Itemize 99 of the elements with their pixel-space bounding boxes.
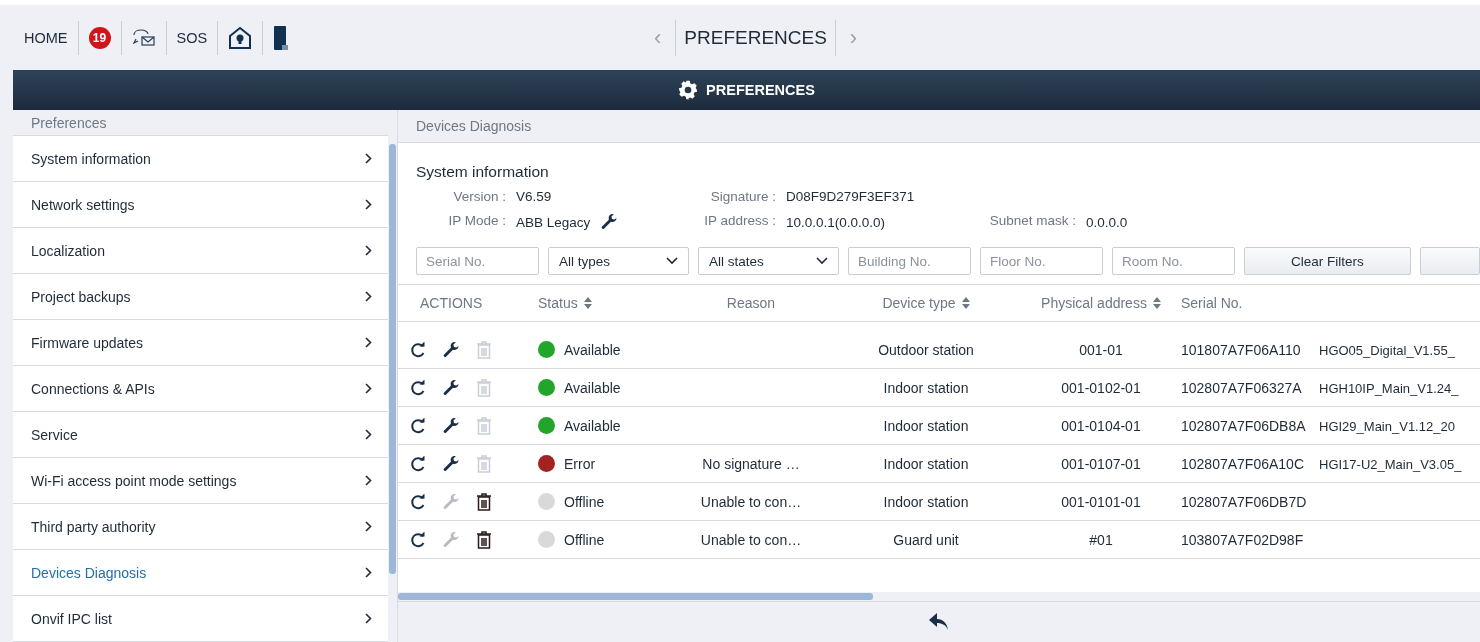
info-label: Subnet mask :: [988, 213, 1077, 230]
info-value: 10.0.0.1(0.0.0.0): [786, 214, 886, 230]
status-text: Available: [564, 417, 621, 434]
filter-dropdown[interactable]: All states: [698, 247, 839, 275]
messages-icon[interactable]: [131, 27, 156, 48]
header-title: PREFERENCES: [706, 82, 815, 98]
reason-cell: Unable to con…: [700, 531, 802, 548]
firmware-cell: HGI17-U2_Main_V3.05_: [1319, 456, 1462, 472]
filter-field[interactable]: Floor No.: [980, 247, 1103, 275]
status-text: Available: [564, 341, 621, 358]
info-label: IP Mode :: [447, 213, 507, 230]
physical-address-cell: 001-0102-01: [1061, 379, 1141, 396]
reason-cell: Unable to con…: [700, 493, 802, 510]
wrench-icon[interactable]: [442, 340, 460, 359]
house-bulb-icon[interactable]: [228, 25, 253, 50]
physical-address-cell: #01: [1089, 531, 1113, 548]
serial-cell: 102807A7F06DB8A: [1181, 417, 1306, 434]
chevron-right-icon: [365, 199, 372, 210]
serial-cell: 102807A7F06DB7D: [1181, 493, 1307, 510]
sort-icon[interactable]: [583, 297, 592, 309]
serial-cell: 102807A7F06327A: [1181, 379, 1302, 396]
refresh-icon[interactable]: [410, 341, 426, 358]
info-label: Signature :: [709, 189, 777, 204]
column-header: ACTIONS: [420, 295, 483, 311]
column-header[interactable]: Physical address: [1041, 295, 1147, 311]
wrench-icon[interactable]: [442, 416, 460, 435]
chevron-right-icon: [365, 291, 372, 302]
status-text: Offline: [564, 493, 605, 510]
status-text: Available: [564, 379, 621, 396]
physical-address-cell: 001-0107-01: [1061, 455, 1141, 472]
info-value: ABB Legacy: [516, 214, 591, 230]
filter-field[interactable]: Building No.: [848, 247, 971, 275]
sidebar-title: Preferences: [13, 110, 388, 136]
phone-icon[interactable]: [273, 25, 290, 50]
wrench-icon[interactable]: [600, 213, 619, 231]
wrench-icon[interactable]: [442, 378, 460, 397]
info-value: D08F9D279F3EF371: [786, 189, 915, 204]
device-type-cell: Indoor station: [883, 379, 969, 396]
firmware-cell: HGO05_Digital_V1.55_: [1319, 342, 1455, 358]
refresh-icon[interactable]: [410, 455, 426, 472]
serial-cell: 102807A7F06A10C: [1181, 455, 1304, 472]
firmware-cell: HGI29_Main_V1.12_20: [1319, 418, 1455, 434]
chevron-right-icon: [365, 521, 372, 532]
wrench-icon[interactable]: [442, 454, 460, 473]
info-value: V6.59: [516, 189, 552, 204]
status-text: Offline: [564, 531, 605, 548]
chevron-right-icon: [365, 153, 372, 164]
chevron-right-icon: [365, 567, 372, 578]
chevron-right-icon: [365, 383, 372, 394]
device-type-cell: Indoor station: [883, 455, 969, 472]
refresh-icon[interactable]: [410, 379, 426, 396]
notification-badge[interactable]: 19: [88, 26, 111, 49]
trash-icon[interactable]: [476, 530, 492, 549]
sos-button[interactable]: SOS: [166, 20, 219, 55]
info-label: Version :: [452, 189, 507, 204]
column-header[interactable]: Status: [538, 295, 578, 311]
chevron-down-icon: [816, 257, 828, 265]
panel-title: Devices Diagnosis: [398, 110, 1480, 143]
serial-cell: 103807A7F02D98F: [1181, 531, 1304, 548]
clear-filters-button[interactable]: Clear Filters: [1244, 247, 1411, 275]
refresh-icon[interactable]: [410, 531, 426, 548]
page-title: PREFERENCES: [675, 19, 836, 56]
physical-address-cell: 001-01: [1079, 341, 1123, 358]
refresh-icon[interactable]: [410, 493, 426, 510]
column-header: Serial No.: [1181, 295, 1243, 311]
firmware-cell: HGH10IP_Main_V1.24_: [1319, 380, 1459, 396]
device-type-cell: Outdoor station: [878, 341, 974, 358]
section-title: System information: [416, 163, 550, 181]
device-type-cell: Guard unit: [893, 531, 959, 548]
chevron-right-icon: [365, 429, 372, 440]
chevron-down-icon: [666, 257, 678, 265]
physical-address-cell: 001-0104-01: [1061, 417, 1141, 434]
filter-dropdown[interactable]: All types: [548, 247, 689, 275]
sidebar-item[interactable]: Onvif IPC list: [13, 596, 388, 642]
reason-cell: No signature …: [702, 455, 800, 472]
chevron-right-icon: [365, 337, 372, 348]
info-value: 0.0.0.0: [1086, 214, 1128, 230]
chevron-right-icon: [365, 475, 372, 486]
filter-field[interactable]: Room No.: [1112, 247, 1235, 275]
sort-icon[interactable]: [961, 297, 970, 309]
scrollbar-thumb[interactable]: [398, 593, 873, 600]
status-text: Error: [564, 455, 596, 472]
column-header[interactable]: Device type: [882, 295, 956, 311]
serial-cell: 101807A7F06A110: [1181, 341, 1301, 358]
home-link[interactable]: HOME: [14, 20, 79, 55]
trash-icon[interactable]: [476, 492, 492, 511]
device-type-cell: Indoor station: [883, 493, 969, 510]
chevron-right-icon: [365, 613, 372, 624]
chevron-right-icon: [365, 245, 372, 256]
filter-field[interactable]: Serial No.: [416, 247, 539, 275]
scrollbar-thumb[interactable]: [389, 144, 396, 574]
info-label: IP address :: [703, 213, 777, 230]
refresh-icon[interactable]: [410, 417, 426, 434]
device-type-cell: Indoor station: [883, 417, 969, 434]
gear-icon: [678, 80, 699, 100]
column-header: Reason: [726, 295, 776, 311]
physical-address-cell: 001-0101-01: [1061, 493, 1141, 510]
back-arrow-icon[interactable]: [929, 613, 949, 631]
sort-icon[interactable]: [1152, 297, 1161, 309]
